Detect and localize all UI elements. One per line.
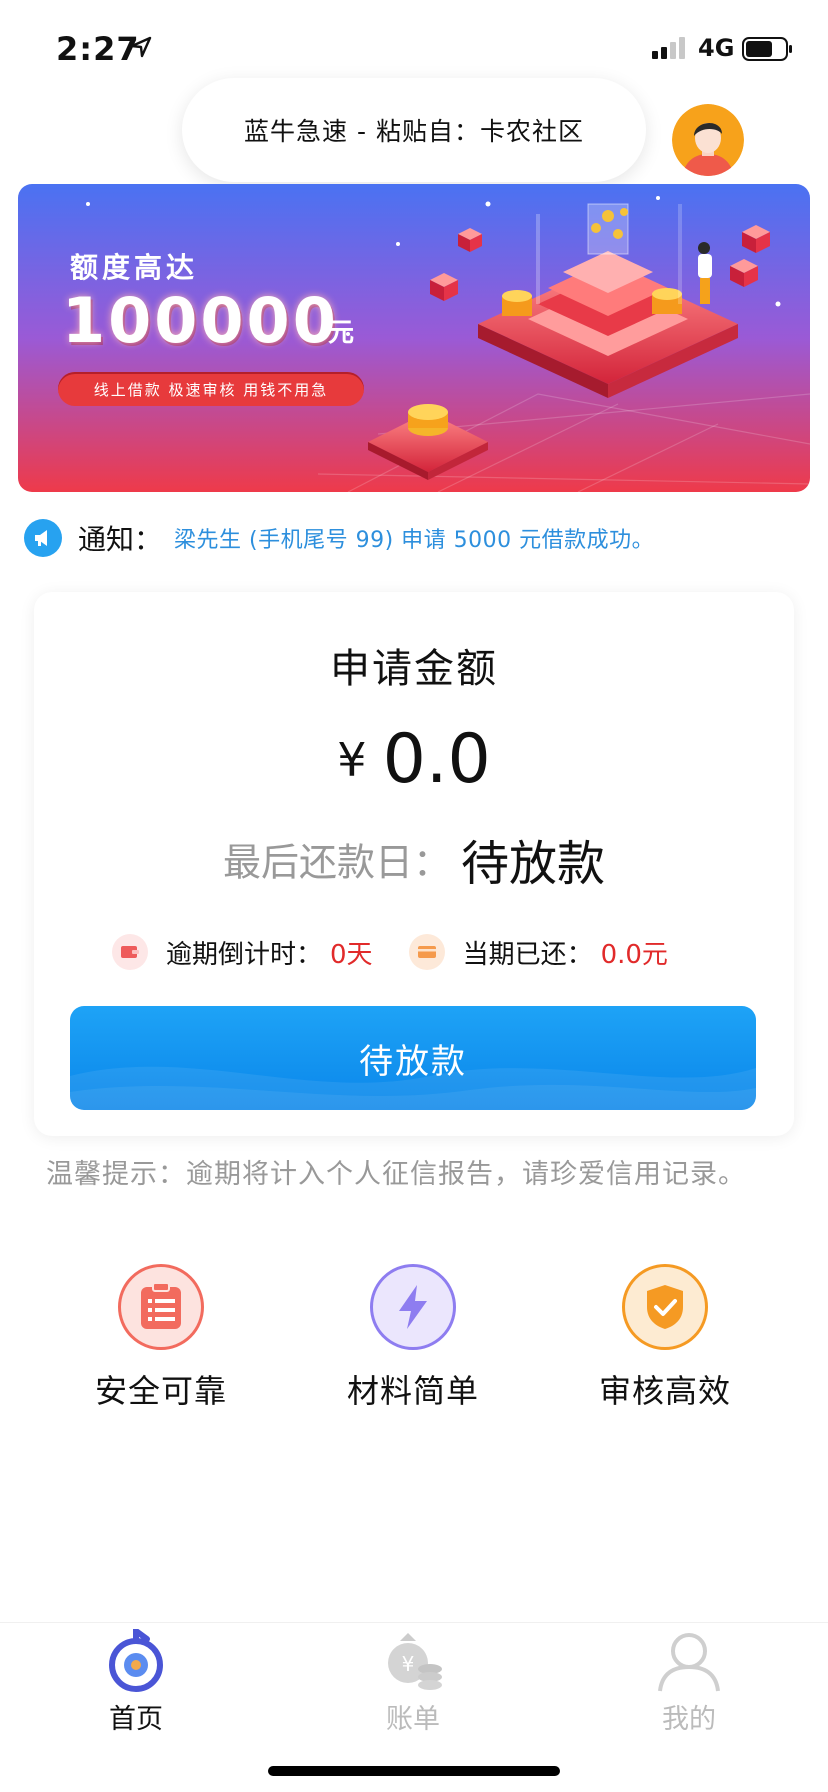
promo-tagline: 线上借款 极速审核 用钱不用急	[58, 372, 364, 406]
feature-label: 材料简单	[346, 1372, 479, 1410]
pending-disbursement-label: 待放款	[359, 1041, 467, 1082]
home-icon	[109, 1625, 163, 1692]
battery-icon	[742, 37, 792, 61]
feature-label: 安全可靠	[94, 1372, 227, 1410]
feature-efficient-review[interactable]: 审核高效	[565, 1264, 765, 1412]
card-icon	[408, 934, 445, 970]
overdue-countdown: 逾期倒计时： 0天	[112, 934, 373, 971]
feature-safe[interactable]: 安全可靠	[61, 1264, 261, 1412]
profile-icon	[658, 1633, 720, 1692]
due-date-value: 待放款	[461, 836, 606, 892]
pending-disbursement-button[interactable]: 待放款	[70, 1006, 756, 1110]
shield-check-icon	[622, 1264, 708, 1350]
network-type: 4G	[698, 34, 735, 62]
tab-home-label: 首页	[109, 1704, 163, 1735]
clipboard-icon	[118, 1264, 204, 1350]
paste-notification: 蓝牛急速 - 粘贴自：卡农社区	[182, 78, 646, 182]
warm-tip: 温馨提示：逾期将计入个人征信报告，请珍爱信用记录。	[46, 1159, 746, 1190]
location-arrow-icon	[130, 36, 152, 58]
loan-stats: 逾期倒计时： 0天 当期已还： 0.0元	[112, 932, 732, 972]
paid-value: 0.0元	[600, 939, 668, 970]
tab-home[interactable]: 首页	[56, 1623, 216, 1736]
loan-card: 申请金额 ¥0.0 最后还款日： 待放款 逾期倒计时： 0天 当期已还： 0.0…	[34, 592, 794, 1136]
user-avatar[interactable]	[672, 104, 744, 176]
notice-bar[interactable]: 通知： 梁先生 (手机尾号 99) 申请 5000 元借款成功。	[24, 516, 654, 560]
loan-amount-title: 申请金额	[330, 646, 498, 692]
tab-bills[interactable]: ¥ 账单	[333, 1623, 493, 1736]
tab-profile-label: 我的	[662, 1704, 716, 1735]
promo-amount: 100000	[62, 284, 339, 357]
signal-icon	[652, 37, 685, 59]
notice-text: 梁先生 (手机尾号 99) 申请 5000 元借款成功。	[174, 528, 655, 553]
status-time: 2:27	[56, 30, 140, 68]
paste-notification-text: 蓝牛急速 - 粘贴自：卡农社区	[244, 117, 584, 146]
loan-amount-row: ¥0.0	[34, 720, 794, 799]
feature-highlights: 安全可靠 材料简单 审核高效	[0, 1264, 828, 1424]
megaphone-icon	[24, 519, 62, 557]
due-date-label: 最后还款日：	[222, 840, 451, 885]
lightning-icon	[370, 1264, 456, 1350]
feature-simple-materials[interactable]: 材料简单	[313, 1264, 513, 1412]
promo-unit: 元	[328, 318, 355, 348]
home-indicator[interactable]	[268, 1766, 560, 1776]
promo-title: 额度高达	[70, 251, 199, 284]
tab-bills-label: 账单	[386, 1704, 440, 1735]
feature-label: 审核高效	[598, 1372, 731, 1410]
wallet-icon	[112, 934, 148, 970]
promo-banner[interactable]: 额度高达 100000 元 线上借款 极速审核 用钱不用急	[18, 184, 810, 492]
overdue-value: 0天	[330, 939, 373, 970]
paid-this-period: 当期已还： 0.0元	[408, 934, 668, 971]
avatar-image	[672, 104, 744, 176]
overdue-label: 逾期倒计时：	[166, 939, 323, 970]
notice-label: 通知：	[78, 523, 163, 556]
loan-amount-value: 0.0	[382, 720, 491, 799]
paid-label: 当期已还：	[462, 939, 593, 970]
due-date-row: 最后还款日： 待放款	[34, 824, 794, 894]
tab-profile[interactable]: 我的	[609, 1623, 769, 1736]
bill-icon: ¥	[388, 1633, 442, 1690]
svg-text:¥: ¥	[402, 1652, 415, 1676]
currency-symbol: ¥	[337, 732, 367, 787]
